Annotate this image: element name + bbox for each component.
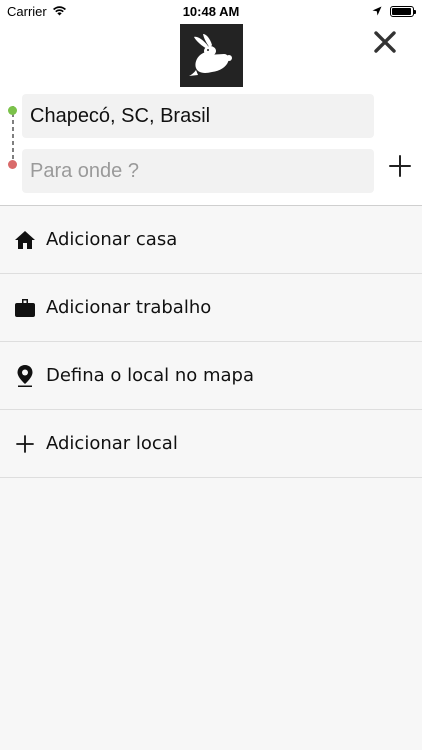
status-right: [372, 4, 416, 19]
list-item-label: Adicionar trabalho: [46, 297, 212, 318]
map-pin-icon: [14, 364, 36, 387]
battery-icon: [390, 6, 416, 17]
list-item-add-place[interactable]: Adicionar local: [0, 410, 422, 478]
home-icon: [14, 229, 36, 251]
close-button[interactable]: [372, 29, 398, 55]
list-item-label: Adicionar casa: [46, 229, 178, 250]
origin-value: Chapecó, SC, Brasil: [30, 104, 211, 127]
add-stop-button[interactable]: [388, 154, 412, 178]
origin-field[interactable]: Chapecó, SC, Brasil: [22, 94, 374, 138]
location-arrow-icon: [372, 4, 382, 19]
battery-level: [392, 8, 411, 15]
saved-places-list: Adicionar casa Adicionar trabalho Defina…: [0, 206, 422, 478]
destination-dot: [8, 160, 17, 169]
origin-dot: [8, 106, 17, 115]
list-item-label: Defina o local no mapa: [46, 365, 254, 386]
plus-icon: [14, 433, 36, 455]
plus-icon: [389, 155, 411, 177]
list-item-add-home[interactable]: Adicionar casa: [0, 206, 422, 274]
destination-input[interactable]: [30, 159, 366, 183]
list-item-label: Adicionar local: [46, 433, 178, 454]
list-item-set-on-map[interactable]: Defina o local no mapa: [0, 342, 422, 410]
destination-field[interactable]: [22, 149, 374, 193]
header: Chapecó, SC, Brasil: [0, 22, 422, 206]
rabbit-logo-icon: [180, 24, 243, 87]
route-connector: [12, 106, 14, 166]
list-item-add-work[interactable]: Adicionar trabalho: [0, 274, 422, 342]
status-bar: Carrier 10:48 AM: [0, 0, 422, 22]
status-time: 10:48 AM: [182, 4, 240, 19]
briefcase-icon: [14, 297, 36, 319]
close-icon: [374, 31, 396, 53]
